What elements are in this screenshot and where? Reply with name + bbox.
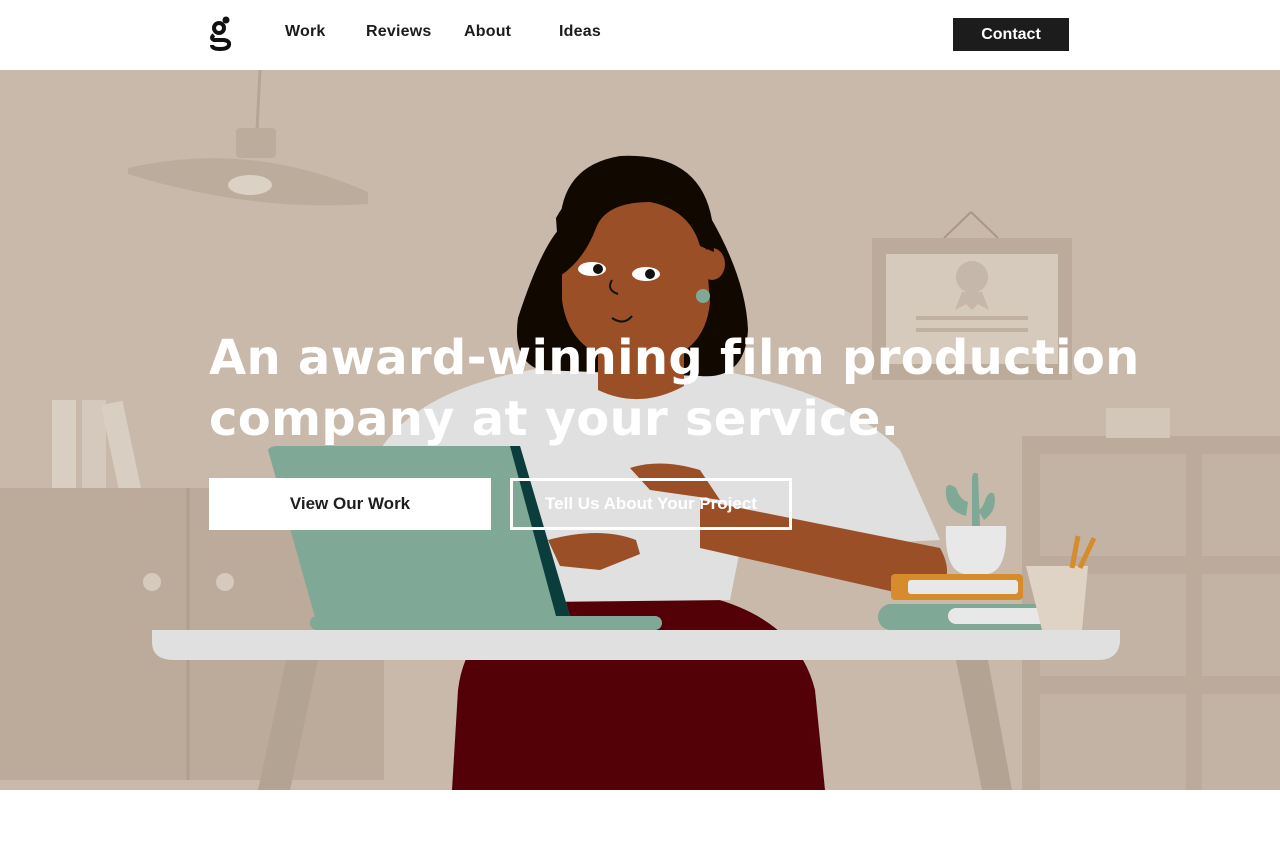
below-hero-section	[0, 790, 1280, 860]
nav-work[interactable]: Work	[285, 23, 326, 41]
hero-headline: An award-winning film production company…	[209, 328, 1140, 450]
hero-headline-line-1: An award-winning film production	[209, 330, 1140, 386]
site-header: Work Reviews About Ideas Contact	[0, 0, 1280, 70]
tell-us-about-project-button[interactable]: Tell Us About Your Project	[510, 478, 792, 530]
nav-ideas[interactable]: Ideas	[559, 23, 601, 41]
nav-about[interactable]: About	[464, 23, 511, 41]
hero-section: An award-winning film production company…	[0, 70, 1280, 790]
view-our-work-button[interactable]: View Our Work	[209, 478, 491, 530]
nav-reviews[interactable]: Reviews	[366, 23, 431, 41]
contact-button[interactable]: Contact	[953, 18, 1069, 51]
g-logo-icon[interactable]	[208, 14, 234, 54]
hero-headline-line-2: company at your service.	[209, 391, 900, 447]
